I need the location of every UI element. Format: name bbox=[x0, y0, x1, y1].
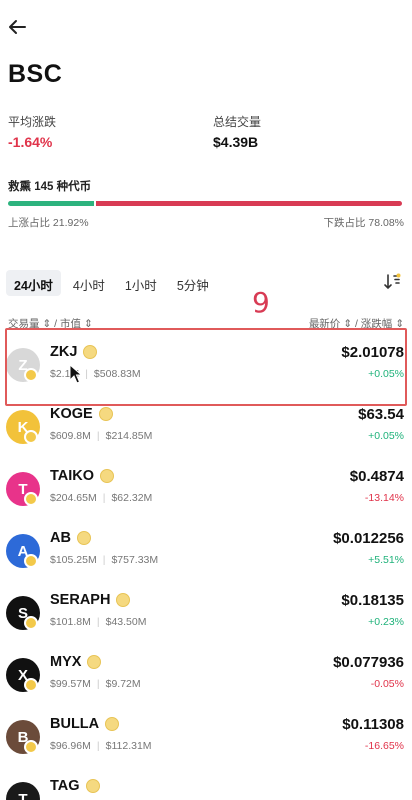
total-volume-value: $4.39B bbox=[213, 134, 259, 150]
bnb-chain-icon bbox=[24, 616, 38, 630]
token-volume: $101.8M bbox=[50, 616, 91, 628]
volume-mcap-line: $609.8M | $214.85M bbox=[50, 430, 152, 442]
alpha-badge-icon bbox=[116, 593, 131, 607]
token-change: +5.51% bbox=[368, 554, 404, 566]
alpha-badge-icon bbox=[87, 655, 102, 669]
token-count: 救熏 145 种代币 bbox=[8, 181, 92, 193]
symbol-group: TAIKO bbox=[50, 468, 115, 484]
up-ratio-label: 上涨占比 21.92% bbox=[8, 217, 89, 229]
alpha-badge-icon bbox=[76, 531, 91, 545]
ratio-down-segment bbox=[96, 201, 402, 206]
tab-24h[interactable]: 24小时 bbox=[6, 270, 61, 296]
token-change: +0.23% bbox=[368, 616, 404, 628]
token-volume: $105.25M bbox=[50, 554, 97, 566]
tab-1h[interactable]: 1小时 bbox=[117, 270, 165, 296]
token-row[interactable]: A AB $105.25M | $757.33M $0.012256 +5.51… bbox=[0, 524, 412, 586]
back-arrow-icon[interactable] bbox=[6, 16, 28, 38]
divider: | bbox=[96, 740, 100, 752]
token-volume: $204.65M bbox=[50, 492, 97, 504]
mouse-cursor-icon bbox=[69, 364, 83, 384]
divider: | bbox=[102, 554, 106, 566]
tab-5m[interactable]: 5分钟 bbox=[169, 270, 217, 296]
token-symbol: MYX bbox=[50, 654, 82, 670]
divider: | bbox=[96, 616, 100, 628]
volume-mcap-line: $105.25M | $757.33M bbox=[50, 554, 158, 566]
total-volume-label: 总结交量 bbox=[213, 115, 262, 129]
avg-change-value: -1.64% bbox=[8, 134, 53, 150]
bnb-chain-icon bbox=[24, 678, 38, 692]
token-row[interactable]: X MYX $99.57M | $9.72M $0.077936 -0.05% bbox=[0, 648, 412, 710]
token-row[interactable]: T TAIKO $204.65M | $62.32M $0.4874 -13.1… bbox=[0, 462, 412, 524]
token-price: $0.11308 bbox=[342, 716, 404, 733]
symbol-group: TAG bbox=[50, 778, 100, 794]
token-price: $0.18135 bbox=[341, 592, 404, 609]
token-volume: $609.8M bbox=[50, 430, 91, 442]
symbol-group: KOGE bbox=[50, 406, 113, 422]
token-row[interactable]: S SERAPH $101.8M | $43.50M $0.18135 +0.2… bbox=[0, 586, 412, 648]
token-price: $0.012256 bbox=[333, 530, 404, 547]
token-symbol: KOGE bbox=[50, 406, 93, 422]
token-symbol: TAIKO bbox=[50, 468, 95, 484]
volume-mcap-line: $99.57M | $9.72M bbox=[50, 678, 141, 690]
down-ratio-label: 下跌占比 78.08% bbox=[323, 217, 404, 229]
divider: | bbox=[102, 492, 106, 504]
top-bar bbox=[0, 0, 412, 56]
selected-row-highlight bbox=[5, 328, 407, 406]
token-price: $0.4874 bbox=[349, 468, 404, 485]
token-symbol: SERAPH bbox=[50, 592, 111, 608]
token-market-cap: $112.31M bbox=[105, 740, 152, 752]
token-market-cap: $214.85M bbox=[105, 430, 153, 442]
token-symbol: TAG bbox=[50, 778, 80, 794]
ratio-up-segment bbox=[8, 201, 95, 206]
token-market-cap: $757.33M bbox=[111, 554, 159, 566]
token-market-cap: $43.50M bbox=[105, 616, 147, 628]
symbol-group: SERAPH bbox=[50, 592, 131, 608]
avatar-glyph: T bbox=[18, 790, 28, 800]
token-change: -16.65% bbox=[364, 740, 404, 752]
token-row[interactable]: B BULLA $96.96M | $112.31M $0.11308 -16.… bbox=[0, 710, 412, 772]
annotation-number: 9 bbox=[252, 286, 270, 319]
token-change: -13.14% bbox=[364, 492, 404, 504]
tab-4h[interactable]: 4小时 bbox=[65, 270, 113, 296]
avg-change-label: 平均涨跌 bbox=[8, 115, 57, 129]
token-price: $63.54 bbox=[358, 406, 404, 423]
alpha-badge-icon bbox=[98, 407, 113, 421]
up-down-ratio-bar bbox=[8, 201, 402, 206]
divider: | bbox=[96, 678, 100, 690]
token-change: -0.05% bbox=[370, 678, 404, 690]
symbol-group: AB bbox=[50, 530, 91, 546]
volume-mcap-line: $101.8M | $43.50M bbox=[50, 616, 146, 628]
bnb-chain-icon bbox=[24, 740, 38, 754]
volume-mcap-line: $204.65M | $62.32M bbox=[50, 492, 152, 504]
timeframe-tabs: 24小时 4小时 1小时 5分钟 bbox=[6, 270, 217, 296]
symbol-group: BULLA bbox=[50, 716, 120, 732]
symbol-group: MYX bbox=[50, 654, 102, 670]
bnb-chain-icon bbox=[24, 554, 38, 568]
token-market-cap: $62.32M bbox=[111, 492, 153, 504]
token-symbol: BULLA bbox=[50, 716, 100, 732]
token-market-cap: $9.72M bbox=[105, 678, 141, 690]
alpha-badge-icon bbox=[100, 469, 115, 483]
alpha-badge-icon bbox=[105, 717, 120, 731]
tag-logo-icon: T bbox=[6, 782, 40, 800]
token-volume: $96.96M bbox=[50, 740, 91, 752]
token-price: $0.077936 bbox=[333, 654, 404, 671]
token-symbol: AB bbox=[50, 530, 71, 546]
alpha-badge-icon bbox=[85, 779, 100, 793]
volume-mcap-line: $96.96M | $112.31M bbox=[50, 740, 152, 752]
divider: | bbox=[96, 430, 100, 442]
sort-filter-icon[interactable] bbox=[382, 272, 402, 292]
token-row[interactable]: K KOGE $609.8M | $214.85M $63.54 +0.05% bbox=[0, 400, 412, 462]
page-title: BSC bbox=[8, 60, 63, 88]
bnb-chain-icon bbox=[24, 430, 38, 444]
token-row[interactable]: T TAG | bbox=[0, 772, 412, 800]
token-volume: $99.57M bbox=[50, 678, 91, 690]
token-change: +0.05% bbox=[368, 430, 404, 442]
bnb-chain-icon bbox=[24, 492, 38, 506]
